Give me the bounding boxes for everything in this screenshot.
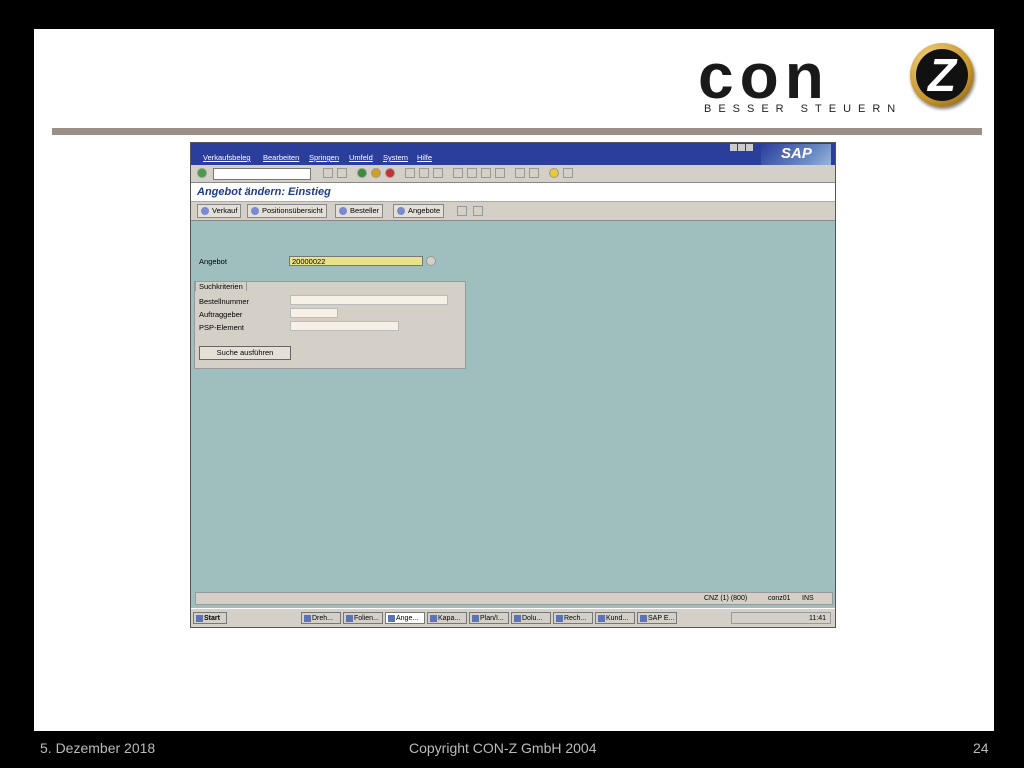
menu-springen[interactable]: Springen xyxy=(309,153,339,162)
screen-title: Angebot ändern: Einstieg xyxy=(191,183,835,201)
task-item[interactable]: Folien... xyxy=(343,612,383,624)
bestellnummer-label: Bestellnummer xyxy=(199,297,250,306)
positionsuebersicht-button[interactable]: Positionsübersicht xyxy=(247,204,327,218)
con-z-logo: con Z BESSER STEUERN xyxy=(698,41,988,121)
last-page-icon[interactable] xyxy=(495,168,505,178)
task-item[interactable]: Dreh... xyxy=(301,612,341,624)
auftraggeber-input[interactable] xyxy=(290,308,338,318)
prev-page-icon[interactable] xyxy=(467,168,477,178)
system-info: CNZ (1) (800) xyxy=(704,595,748,602)
cancel-icon[interactable] xyxy=(385,168,395,178)
sap-window: Verkaufsbeleg Bearbeiten Springen Umfeld… xyxy=(190,142,836,628)
logo-emblem-letter: Z xyxy=(927,49,957,101)
settings-icon[interactable] xyxy=(473,206,483,216)
task-item[interactable]: SAP E... xyxy=(637,612,677,624)
search-button[interactable]: Suche ausführen xyxy=(199,346,291,360)
psp-element-input[interactable] xyxy=(290,321,399,331)
bestellnummer-input[interactable] xyxy=(290,295,448,305)
group-title: Suchkriterien xyxy=(195,281,247,291)
next-page-icon[interactable] xyxy=(481,168,491,178)
find-icon[interactable] xyxy=(419,168,429,178)
clock: 11:41 xyxy=(809,615,826,622)
menu-umfeld[interactable]: Umfeld xyxy=(349,153,373,162)
slide: con Z BESSER STEUERN Verkaufsbeleg Bearb… xyxy=(34,29,994,731)
divider-bar xyxy=(52,128,982,135)
green-arrow-icon[interactable] xyxy=(357,168,367,178)
logo-word: con xyxy=(698,40,830,112)
menu-verkaufsbeleg[interactable]: Verkaufsbeleg xyxy=(203,153,251,162)
footer-date: 5. Dezember 2018 xyxy=(40,740,156,756)
menu-bearbeiten[interactable]: Bearbeiten xyxy=(263,153,299,162)
suchkriterien-group: Suchkriterien Bestellnummer Auftraggeber… xyxy=(194,281,466,369)
window-controls xyxy=(729,144,759,153)
user-info: conz01 xyxy=(768,595,791,602)
system-toolbar xyxy=(191,165,835,183)
copy-icon[interactable] xyxy=(457,206,467,216)
system-tray: 11:41 xyxy=(731,612,831,624)
mode-info: INS xyxy=(802,595,814,602)
back-icon[interactable] xyxy=(323,168,333,178)
close-icon[interactable] xyxy=(746,144,753,151)
psp-element-label: PSP-Element xyxy=(199,323,245,332)
save-icon[interactable] xyxy=(337,168,347,178)
menu-bar: Verkaufsbeleg Bearbeiten Springen Umfeld… xyxy=(191,152,835,165)
angebot-input[interactable]: 20000022 xyxy=(289,256,423,266)
shortcut-icon[interactable] xyxy=(529,168,539,178)
verkauf-button[interactable]: Verkauf xyxy=(197,204,242,218)
auftraggeber-label: Auftraggeber xyxy=(199,310,243,319)
angebot-label: Angebot xyxy=(199,257,227,266)
windows-taskbar: Start Dreh... Folien... Ange... Kapa... … xyxy=(191,608,835,627)
task-item[interactable]: Rech... xyxy=(553,612,593,624)
first-page-icon[interactable] xyxy=(453,168,463,178)
find-next-icon[interactable] xyxy=(433,168,443,178)
minimize-icon[interactable] xyxy=(730,144,737,151)
application-toolbar: Verkauf Positionsübersicht Besteller Ang… xyxy=(191,201,835,221)
angebote-button[interactable]: Angebote xyxy=(393,204,445,218)
logo-tagline: BESSER STEUERN xyxy=(704,103,903,115)
new-session-icon[interactable] xyxy=(515,168,525,178)
task-item-active[interactable]: Ange... xyxy=(385,612,425,624)
footer-page-number: 24 xyxy=(973,740,989,756)
command-field[interactable] xyxy=(213,168,311,180)
search-help-icon[interactable] xyxy=(426,256,436,266)
task-item[interactable]: Kapa... xyxy=(427,612,467,624)
start-button[interactable]: Start xyxy=(193,612,227,624)
maximize-icon[interactable] xyxy=(738,144,745,151)
enter-icon[interactable] xyxy=(197,168,207,178)
menu-hilfe[interactable]: Hilfe xyxy=(417,153,432,162)
task-item[interactable]: Kund... xyxy=(595,612,635,624)
footer-copyright: Copyright CON-Z GmbH 2004 xyxy=(409,740,597,756)
exit-icon[interactable] xyxy=(371,168,381,178)
task-item[interactable]: Dolu... xyxy=(511,612,551,624)
task-item[interactable]: Plan/I... xyxy=(469,612,509,624)
besteller-button[interactable]: Besteller xyxy=(335,204,384,218)
layout-icon[interactable] xyxy=(563,168,573,178)
print-icon[interactable] xyxy=(405,168,415,178)
help-icon[interactable] xyxy=(549,168,559,178)
status-bar: CNZ (1) (800) conz01 INS xyxy=(195,592,833,605)
menu-system[interactable]: System xyxy=(383,153,408,162)
